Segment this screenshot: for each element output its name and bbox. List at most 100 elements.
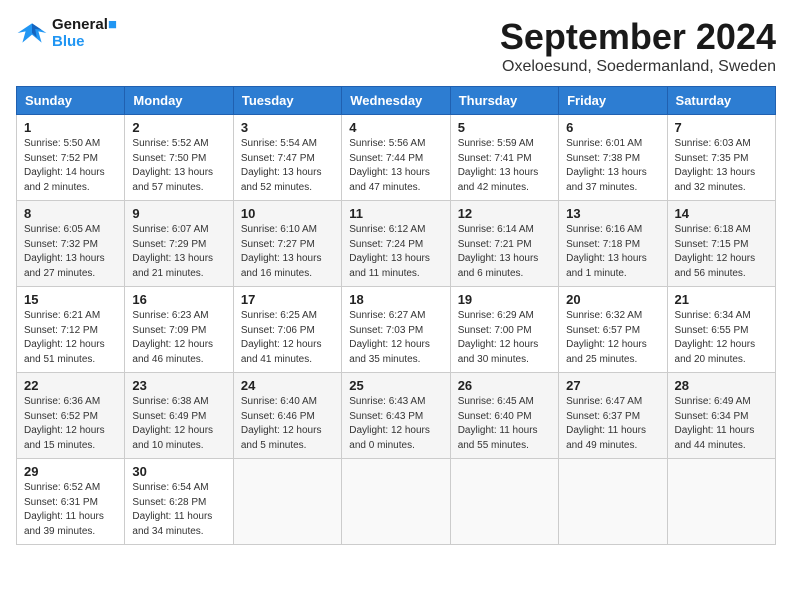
day-number: 21: [675, 292, 768, 307]
day-number: 28: [675, 378, 768, 393]
day-number: 3: [241, 120, 334, 135]
day-info: Sunrise: 5:56 AMSunset: 7:44 PMDaylight:…: [349, 137, 442, 195]
calendar-cell: [450, 459, 558, 545]
calendar-header-monday: Monday: [125, 87, 233, 115]
calendar-cell: 20Sunrise: 6:32 AMSunset: 6:57 PMDayligh…: [559, 287, 667, 373]
calendar-cell: 7 Sunrise: 6:03 AMSunset: 7:35 PMDaylight…: [667, 115, 775, 201]
day-number: 24: [241, 378, 334, 393]
calendar-cell: 29Sunrise: 6:52 AMSunset: 6:31 PMDayligh…: [17, 459, 125, 545]
calendar-cell: 2 Sunrise: 5:52 AMSunset: 7:50 PMDaylight…: [125, 115, 233, 201]
calendar-cell: [667, 459, 775, 545]
day-number: 14: [675, 206, 768, 221]
day-info: Sunrise: 6:43 AMSunset: 6:43 PMDaylight:…: [349, 395, 442, 453]
day-info: Sunrise: 6:40 AMSunset: 6:46 PMDaylight:…: [241, 395, 334, 453]
calendar-cell: 24 Sunrise: 6:40 AMSunset: 6:46 PMDayligh…: [233, 373, 341, 459]
calendar-cell: 5Sunrise: 5:59 AMSunset: 7:41 PMDaylight…: [450, 115, 558, 201]
calendar-cell: 27 Sunrise: 6:47 AMSunset: 6:37 PMDayligh…: [559, 373, 667, 459]
calendar-cell: 26Sunrise: 6:45 AMSunset: 6:40 PMDayligh…: [450, 373, 558, 459]
calendar-week-row: 22 Sunrise: 6:36 AMSunset: 6:52 PMDayligh…: [17, 373, 776, 459]
calendar-cell: 14Sunrise: 6:18 AMSunset: 7:15 PMDayligh…: [667, 201, 775, 287]
day-info: Sunrise: 6:16 AMSunset: 7:18 PMDaylight:…: [566, 223, 659, 281]
day-info: Sunrise: 6:34 AMSunset: 6:55 PMDaylight:…: [675, 309, 768, 367]
day-number: 12: [458, 206, 551, 221]
day-number: 2: [132, 120, 225, 135]
calendar-cell: 19Sunrise: 6:29 AMSunset: 7:00 PMDayligh…: [450, 287, 558, 373]
calendar-cell: 21 Sunrise: 6:34 AMSunset: 6:55 PMDayligh…: [667, 287, 775, 373]
day-info: Sunrise: 6:03 AMSunset: 7:35 PMDaylight:…: [675, 137, 768, 195]
day-info: Sunrise: 6:01 AMSunset: 7:38 PMDaylight:…: [566, 137, 659, 195]
calendar-header-saturday: Saturday: [667, 87, 775, 115]
calendar-cell: 25Sunrise: 6:43 AMSunset: 6:43 PMDayligh…: [342, 373, 450, 459]
day-number: 22: [24, 378, 117, 393]
calendar-cell: 9 Sunrise: 6:07 AMSunset: 7:29 PMDaylight…: [125, 201, 233, 287]
day-info: Sunrise: 6:54 AMSunset: 6:28 PMDaylight:…: [132, 481, 225, 539]
day-number: 19: [458, 292, 551, 307]
day-number: 9: [132, 206, 225, 221]
calendar-header-friday: Friday: [559, 87, 667, 115]
day-info: Sunrise: 6:36 AMSunset: 6:52 PMDaylight:…: [24, 395, 117, 453]
calendar-week-row: 8Sunrise: 6:05 AMSunset: 7:32 PMDaylight…: [17, 201, 776, 287]
day-info: Sunrise: 6:49 AMSunset: 6:34 PMDaylight:…: [675, 395, 768, 453]
calendar-week-row: 29Sunrise: 6:52 AMSunset: 6:31 PMDayligh…: [17, 459, 776, 545]
day-info: Sunrise: 6:07 AMSunset: 7:29 PMDaylight:…: [132, 223, 225, 281]
calendar-cell: 23Sunrise: 6:38 AMSunset: 6:49 PMDayligh…: [125, 373, 233, 459]
calendar-cell: 6 Sunrise: 6:01 AMSunset: 7:38 PMDaylight…: [559, 115, 667, 201]
day-info: Sunrise: 5:54 AMSunset: 7:47 PMDaylight:…: [241, 137, 334, 195]
calendar-cell: 3 Sunrise: 5:54 AMSunset: 7:47 PMDaylight…: [233, 115, 341, 201]
month-title: September 2024: [500, 16, 776, 58]
day-info: Sunrise: 6:05 AMSunset: 7:32 PMDaylight:…: [24, 223, 117, 281]
calendar-cell: 10Sunrise: 6:10 AMSunset: 7:27 PMDayligh…: [233, 201, 341, 287]
day-number: 30: [132, 464, 225, 479]
logo: General■ Blue: [16, 16, 117, 50]
day-number: 16: [132, 292, 225, 307]
day-info: Sunrise: 6:47 AMSunset: 6:37 PMDaylight:…: [566, 395, 659, 453]
day-number: 11: [349, 206, 442, 221]
calendar-cell: 30 Sunrise: 6:54 AMSunset: 6:28 PMDayligh…: [125, 459, 233, 545]
day-info: Sunrise: 6:45 AMSunset: 6:40 PMDaylight:…: [458, 395, 551, 453]
calendar-cell: 8Sunrise: 6:05 AMSunset: 7:32 PMDaylight…: [17, 201, 125, 287]
title-block: September 2024 Oxeloesund, Soedermanland…: [500, 16, 776, 76]
calendar-cell: 13 Sunrise: 6:16 AMSunset: 7:18 PMDayligh…: [559, 201, 667, 287]
logo-bird-icon: [16, 17, 48, 49]
calendar-week-row: 1 Sunrise: 5:50 AMSunset: 7:52 PMDaylight…: [17, 115, 776, 201]
page-header: General■ Blue September 2024 Oxeloesund,…: [16, 16, 776, 76]
day-info: Sunrise: 5:50 AMSunset: 7:52 PMDaylight:…: [24, 137, 117, 195]
day-number: 27: [566, 378, 659, 393]
calendar-header-row: SundayMondayTuesdayWednesdayThursdayFrid…: [17, 87, 776, 115]
day-info: Sunrise: 6:23 AMSunset: 7:09 PMDaylight:…: [132, 309, 225, 367]
calendar-cell: 11 Sunrise: 6:12 AMSunset: 7:24 PMDayligh…: [342, 201, 450, 287]
calendar-header-sunday: Sunday: [17, 87, 125, 115]
day-info: Sunrise: 6:10 AMSunset: 7:27 PMDaylight:…: [241, 223, 334, 281]
day-number: 23: [132, 378, 225, 393]
day-info: Sunrise: 5:59 AMSunset: 7:41 PMDaylight:…: [458, 137, 551, 195]
calendar-cell: 22 Sunrise: 6:36 AMSunset: 6:52 PMDayligh…: [17, 373, 125, 459]
day-info: Sunrise: 6:12 AMSunset: 7:24 PMDaylight:…: [349, 223, 442, 281]
day-info: Sunrise: 6:21 AMSunset: 7:12 PMDaylight:…: [24, 309, 117, 367]
calendar-cell: 15 Sunrise: 6:21 AMSunset: 7:12 PMDayligh…: [17, 287, 125, 373]
day-info: Sunrise: 6:25 AMSunset: 7:06 PMDaylight:…: [241, 309, 334, 367]
day-number: 6: [566, 120, 659, 135]
logo-text: General■ Blue: [52, 16, 117, 50]
day-info: Sunrise: 5:52 AMSunset: 7:50 PMDaylight:…: [132, 137, 225, 195]
calendar-table: SundayMondayTuesdayWednesdayThursdayFrid…: [16, 86, 776, 545]
calendar-cell: 28 Sunrise: 6:49 AMSunset: 6:34 PMDayligh…: [667, 373, 775, 459]
day-number: 7: [675, 120, 768, 135]
calendar-cell: 12Sunrise: 6:14 AMSunset: 7:21 PMDayligh…: [450, 201, 558, 287]
calendar-cell: [559, 459, 667, 545]
day-number: 15: [24, 292, 117, 307]
day-number: 13: [566, 206, 659, 221]
day-info: Sunrise: 6:27 AMSunset: 7:03 PMDaylight:…: [349, 309, 442, 367]
calendar-header-tuesday: Tuesday: [233, 87, 341, 115]
day-info: Sunrise: 6:52 AMSunset: 6:31 PMDaylight:…: [24, 481, 117, 539]
day-number: 20: [566, 292, 659, 307]
location-title: Oxeloesund, Soedermanland, Sweden: [500, 58, 776, 76]
day-number: 1: [24, 120, 117, 135]
day-number: 17: [241, 292, 334, 307]
day-number: 18: [349, 292, 442, 307]
calendar-cell: 17 Sunrise: 6:25 AMSunset: 7:06 PMDayligh…: [233, 287, 341, 373]
calendar-cell: [233, 459, 341, 545]
calendar-week-row: 15 Sunrise: 6:21 AMSunset: 7:12 PMDayligh…: [17, 287, 776, 373]
calendar-cell: 18 Sunrise: 6:27 AMSunset: 7:03 PMDayligh…: [342, 287, 450, 373]
calendar-header-wednesday: Wednesday: [342, 87, 450, 115]
calendar-cell: 16 Sunrise: 6:23 AMSunset: 7:09 PMDayligh…: [125, 287, 233, 373]
